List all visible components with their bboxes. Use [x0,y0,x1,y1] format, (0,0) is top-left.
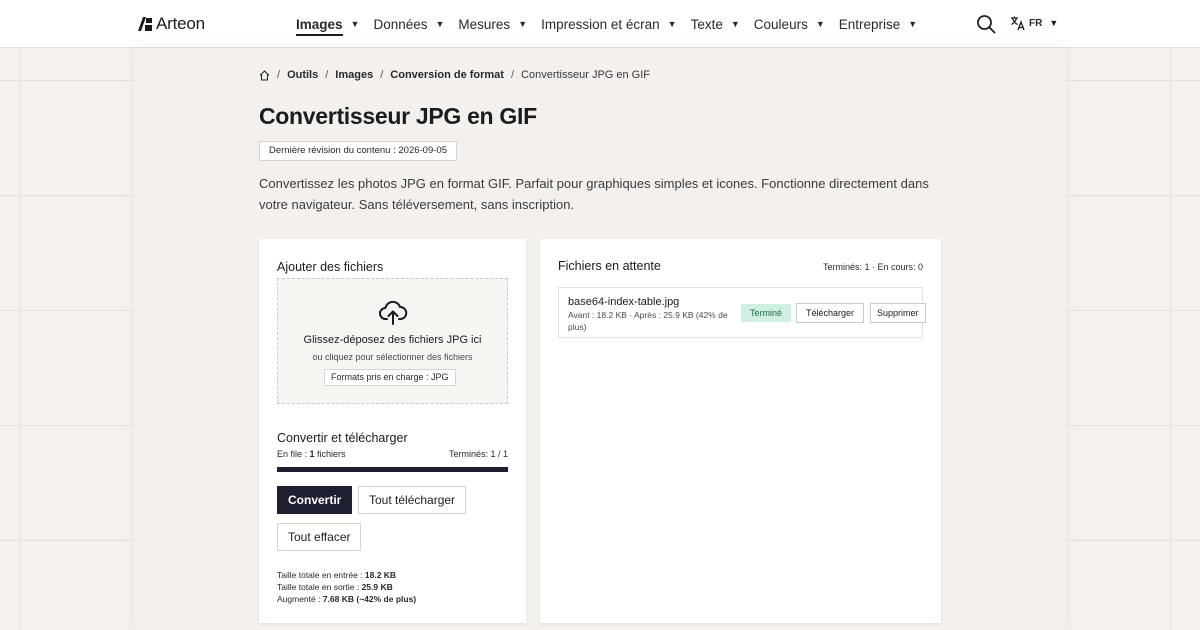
main-content: / Outils / Images / Conversion de format… [134,48,1066,630]
language-selector[interactable]: FR ▼ [1010,15,1058,31]
queue-label: En file : [277,449,310,459]
output-size-label: Taille totale en sortie : [277,582,362,592]
output-size-value: 25.9 KB [361,582,393,592]
breadcrumb-outils[interactable]: Outils [287,69,318,81]
breadcrumb-current: Convertisseur JPG en GIF [521,69,651,81]
convert-button[interactable]: Convertir [277,486,353,514]
nav-item-label: Couleurs [753,16,808,32]
nav-item-label: Mesures [458,16,511,32]
pending-files-counts: Terminés: 1 · En cours: 0 [822,262,923,272]
caret-down-icon: ▼ [908,19,918,29]
dropzone-subtext: ou cliquez pour sélectionner des fichier… [312,352,473,362]
file-name: base64-index-table.jpg [568,296,680,308]
queue-status: En file : 1 fichiers [277,449,346,459]
nav-item-mesures[interactable]: Mesures ▼ [458,0,527,48]
nav-item-label: Entreprise [838,16,901,32]
increase-stat: Augmenté : 7.68 KB (~42% de plus) [277,593,416,605]
increase-value: 7.68 KB (~42% de plus) [322,594,417,604]
page-title: Convertisseur JPG en GIF [259,103,537,129]
caret-down-icon: ▼ [518,19,528,29]
nav-item-label: Impression et écran [541,16,660,32]
upload-title: Ajouter des fichiers [277,260,384,274]
search-icon[interactable] [976,14,996,34]
nav-item-texte[interactable]: Texte ▼ [691,0,740,48]
upload-card: Ajouter des fichiers Glissez-déposez des… [259,239,526,623]
cloud-upload-icon [379,300,408,325]
breadcrumb-separator: / [510,69,515,81]
caret-down-icon: ▼ [730,19,740,29]
page-intro: Convertissez les photos JPG en format GI… [259,176,929,212]
size-stats: Taille totale en entrée : 18.2 KB Taille… [277,569,416,605]
status-badge: Terminé [741,304,792,322]
pending-files-card: Fichiers en attente Terminés: 1 · En cou… [540,239,941,623]
file-size-info: Avant : 18.2 KB · Après : 25.9 KB (42% d… [568,310,728,332]
pending-files-title: Fichiers en attente [558,259,661,273]
breadcrumb-separator: / [380,69,384,81]
caret-down-icon: ▼ [435,19,445,29]
nav-item-label: Données [373,16,428,32]
caret-down-icon: ▼ [815,19,825,29]
convert-title: Convertir et télécharger [277,431,408,445]
dropzone-instruction: Glissez-déposez des fichiers JPG ici [303,334,482,346]
breadcrumb-separator: / [277,69,281,81]
list-item: base64-index-table.jpg Avant : 18.2 KB ·… [558,287,926,338]
breadcrumb-conversion[interactable]: Conversion de format [390,69,504,81]
nav-item-label: Images [296,13,343,36]
download-all-button[interactable]: Tout télécharger [358,486,467,514]
translate-icon [1011,16,1025,31]
nav-item-label: Texte [690,16,723,32]
nav-item-entreprise[interactable]: Entreprise ▼ [839,0,917,48]
queue-suffix: fichiers [314,449,346,459]
brand-logo[interactable]: Arteon [137,14,205,34]
nav-item-impression[interactable]: Impression et écran ▼ [541,0,676,48]
increase-label: Augmenté : [277,594,323,604]
breadcrumb: / Outils / Images / Conversion de format… [259,69,650,81]
clear-all-button[interactable]: Tout effacer [277,523,362,551]
conversion-progress-bar [277,467,508,472]
main-nav: Images ▼ Données ▼ Mesures ▼ Impression … [296,0,931,48]
nav-item-images[interactable]: Images ▼ [296,0,359,48]
input-size-value: 18.2 KB [364,570,397,580]
caret-down-icon: ▼ [350,19,360,29]
download-file-button[interactable]: Télécharger [796,303,865,323]
brand-name: Arteon [156,14,205,33]
file-dropzone[interactable]: Glissez-déposez des fichiers JPG ici ou … [277,278,508,404]
caret-down-icon: ▼ [1049,18,1059,28]
output-size-stat: Taille totale en sortie : 25.9 KB [277,581,416,593]
logo-icon [138,17,152,31]
language-label: FR [1029,17,1043,29]
supported-formats-badge: Formats pris en charge : JPG [324,369,456,386]
nav-item-couleurs[interactable]: Couleurs ▼ [754,0,825,48]
caret-down-icon: ▼ [667,19,677,29]
conversion-progress-fill [277,467,508,472]
nav-item-donnees[interactable]: Données ▼ [373,0,444,48]
breadcrumb-images[interactable]: Images [335,69,373,81]
done-status: Terminés: 1 / 1 [448,449,508,459]
revision-badge: Dernière révision du contenu : 2026-09-0… [259,141,457,161]
breadcrumb-separator: / [325,69,329,81]
delete-file-button[interactable]: Supprimer [870,303,926,323]
top-navigation-bar: Arteon Images ▼ Données ▼ Mesures ▼ Impr… [0,0,1200,48]
input-size-label: Taille totale en entrée : [277,570,365,580]
home-icon[interactable] [259,69,270,81]
input-size-stat: Taille totale en entrée : 18.2 KB [277,569,416,581]
